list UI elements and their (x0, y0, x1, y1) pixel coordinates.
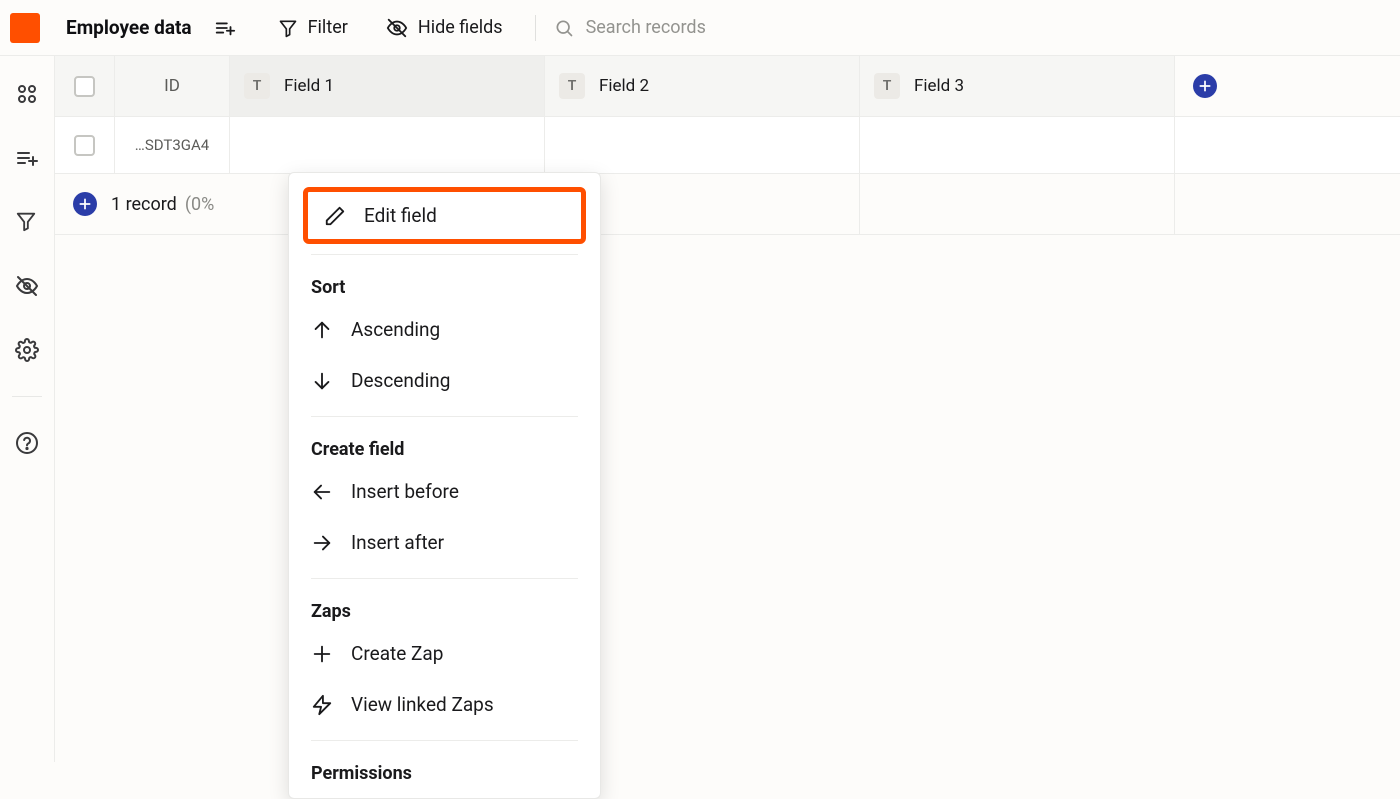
record-percent-text: (0% (185, 194, 214, 215)
hide-fields-button[interactable]: Hide fields (380, 17, 509, 39)
table-title: Employee data (66, 16, 192, 39)
filter-button[interactable]: Filter (272, 17, 354, 38)
id-header-label: ID (164, 76, 180, 96)
add-field-header[interactable] (1175, 56, 1235, 116)
menu-divider (311, 578, 578, 579)
descending-label: Descending (351, 369, 450, 392)
left-rail (0, 56, 55, 762)
row-checkbox-cell[interactable] (55, 117, 115, 173)
field2-header[interactable]: T Field 2 (545, 56, 860, 116)
plus-circle-icon (1193, 74, 1217, 98)
field1-header[interactable]: T Field 1 (230, 56, 545, 116)
menu-divider (311, 740, 578, 741)
insert-before-label: Insert before (351, 480, 459, 503)
zap-bolt-icon (311, 694, 333, 716)
settings-icon[interactable] (15, 338, 39, 362)
table-header-row: ID T Field 1 T Field 2 T Field 3 (55, 56, 1400, 117)
row-field1-cell[interactable] (230, 117, 545, 173)
id-header[interactable]: ID (115, 56, 230, 116)
search-icon (554, 18, 574, 38)
field1-header-label: Field 1 (284, 76, 334, 96)
toolbar-divider (535, 15, 536, 41)
footer-empty-field3 (860, 174, 1175, 234)
row-id-cell[interactable]: …SDT3GA4 (115, 117, 230, 173)
create-zap-label: Create Zap (351, 642, 443, 665)
pencil-icon (324, 205, 346, 227)
filter-icon (278, 18, 298, 38)
field-context-menu: Edit field Sort Ascending Descending Cre… (288, 172, 601, 799)
sort-descending-menu-item[interactable]: Descending (289, 355, 600, 406)
relations-icon[interactable] (15, 82, 39, 106)
top-bar: Employee data Filter Hide fields (0, 0, 1400, 56)
select-all-checkbox-cell[interactable] (55, 56, 115, 116)
arrow-down-icon (311, 370, 333, 392)
hide-fields-label: Hide fields (418, 17, 503, 38)
permissions-section-label: Permissions (289, 751, 600, 790)
arrow-up-icon (311, 319, 333, 341)
view-linked-zaps-label: View linked Zaps (351, 693, 494, 716)
edit-field-label: Edit field (364, 204, 437, 227)
create-field-section-label: Create field (289, 427, 600, 466)
field2-header-label: Field 2 (599, 76, 649, 96)
checkbox-icon (74, 76, 95, 97)
record-count-text: 1 record (111, 194, 177, 215)
help-icon[interactable] (15, 431, 39, 455)
filter-rail-icon[interactable] (15, 210, 39, 234)
app-logo (10, 13, 40, 43)
row-id-text: …SDT3GA4 (135, 136, 209, 154)
sort-section-label: Sort (289, 265, 600, 304)
table-footer-row: 1 record (0% lan (55, 174, 1400, 235)
ascending-label: Ascending (351, 318, 440, 341)
row-field2-cell[interactable] (545, 117, 860, 173)
plus-icon (311, 643, 333, 665)
plus-circle-icon (73, 192, 97, 216)
text-type-icon: T (559, 73, 585, 99)
add-column-quick-icon[interactable] (208, 11, 242, 45)
field3-header[interactable]: T Field 3 (860, 56, 1175, 116)
text-type-icon: T (874, 73, 900, 99)
text-type-icon: T (244, 73, 270, 99)
filter-label: Filter (308, 17, 348, 38)
insert-after-label: Insert after (351, 531, 444, 554)
search-input-wrap[interactable]: Search records (554, 17, 706, 38)
table-row: …SDT3GA4 (55, 117, 1400, 174)
view-linked-zaps-menu-item[interactable]: View linked Zaps (289, 679, 600, 730)
sort-ascending-menu-item[interactable]: Ascending (289, 304, 600, 355)
create-zap-menu-item[interactable]: Create Zap (289, 628, 600, 679)
hide-fields-rail-icon[interactable] (15, 274, 39, 298)
insert-after-menu-item[interactable]: Insert after (289, 517, 600, 568)
add-rows-icon[interactable] (15, 146, 39, 170)
eye-off-icon (386, 17, 408, 39)
menu-divider (311, 416, 578, 417)
main-area: ID T Field 1 T Field 2 T Field 3 …SDT3 (55, 56, 1400, 762)
arrow-right-icon (311, 532, 333, 554)
rail-divider (12, 396, 42, 397)
edit-field-menu-item[interactable]: Edit field (303, 187, 586, 244)
search-placeholder: Search records (586, 17, 706, 38)
field3-header-label: Field 3 (914, 76, 964, 96)
checkbox-icon (74, 135, 95, 156)
insert-before-menu-item[interactable]: Insert before (289, 466, 600, 517)
arrow-left-icon (311, 481, 333, 503)
menu-divider (311, 254, 578, 255)
row-field3-cell[interactable] (860, 117, 1175, 173)
zaps-section-label: Zaps (289, 589, 600, 628)
